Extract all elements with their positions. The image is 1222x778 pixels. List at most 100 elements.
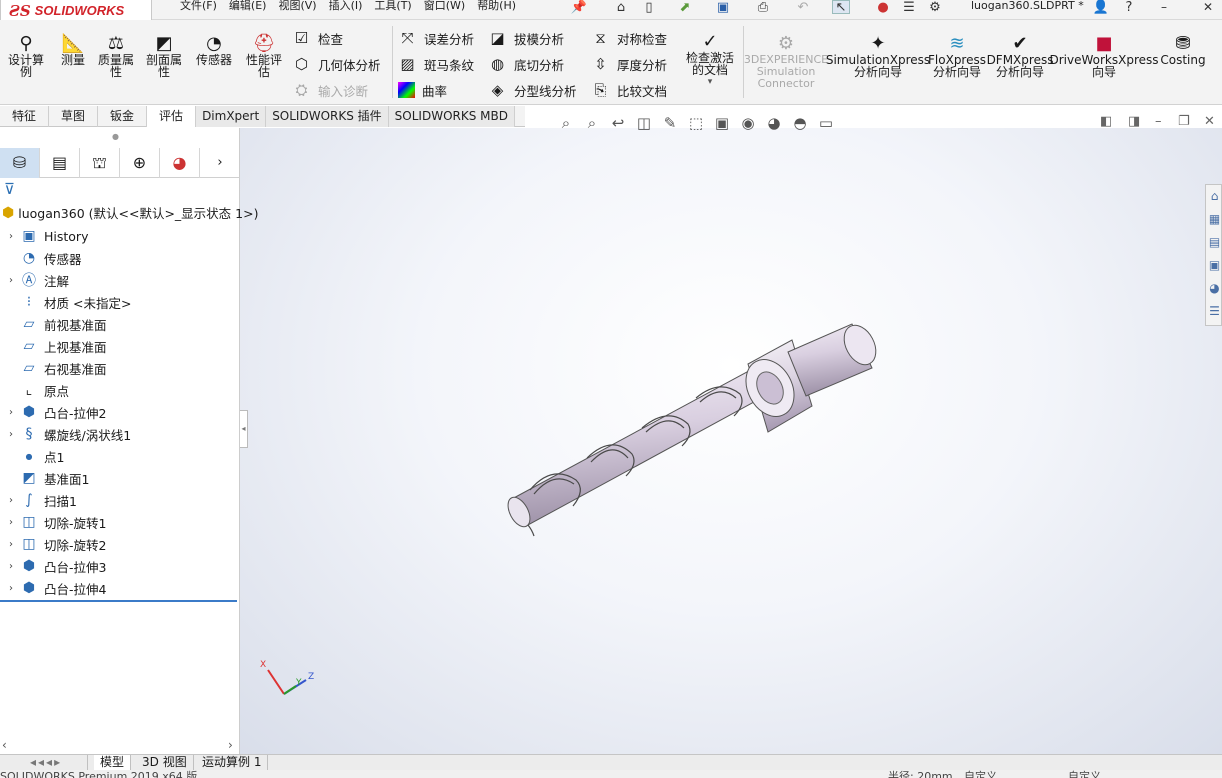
design-library-icon[interactable]: ▦ (1206, 208, 1222, 231)
expand-arrow-icon[interactable]: › (4, 583, 18, 594)
new-document-icon[interactable]: ▯ (640, 0, 658, 15)
panel-grip-icon[interactable]: ● (112, 132, 119, 141)
edit-appearance-icon[interactable]: ◕ (764, 114, 784, 132)
solidworks-resources-icon[interactable]: ⌂ (1206, 185, 1222, 208)
status-custom[interactable]: 自定义 (1068, 770, 1101, 778)
symmetry-check-button[interactable]: ⧖ 对称检查 (591, 28, 667, 48)
scroll-right-icon[interactable]: › (228, 738, 233, 752)
user-icon[interactable]: 👤 (1092, 0, 1110, 15)
tree-item-material[interactable]: ⁝ 材质 <未指定> (4, 291, 240, 313)
file-explorer-icon[interactable]: ▤ (1206, 231, 1222, 254)
menu-edit[interactable]: 编辑(E) (227, 0, 277, 16)
open-icon[interactable]: ⬈ (676, 0, 694, 15)
print-icon[interactable]: ⎙ (754, 0, 772, 15)
check-button[interactable]: ☑ 检查 (292, 28, 381, 48)
view-orientation-icon[interactable]: ⬚ (686, 114, 706, 132)
appearances-icon[interactable]: ◕ (1206, 277, 1222, 300)
close-icon[interactable]: ✕ (1196, 0, 1220, 14)
dynamic-annotation-icon[interactable]: ✎ (660, 114, 680, 132)
menu-insert[interactable]: 插入(I) (327, 0, 373, 16)
expand-arrow-icon[interactable]: › (4, 407, 18, 418)
tree-item-history[interactable]: › ▣ History (4, 225, 240, 247)
menu-tools[interactable]: 工具(T) (372, 0, 421, 16)
more-tabs-chevron-icon[interactable]: › (200, 148, 240, 178)
scroll-left-icon[interactable]: ‹ (2, 738, 7, 752)
minimize-icon[interactable]: – (1152, 0, 1176, 14)
view-settings-icon[interactable]: ▭ (816, 114, 836, 132)
expand-arrow-icon[interactable]: › (4, 539, 18, 550)
parting-line-analysis-button[interactable]: ◈ 分型线分析 (488, 80, 577, 100)
propertymanager-icon[interactable]: ▤ (40, 148, 80, 178)
tree-item-plane1[interactable]: ◩ 基准面1 (4, 467, 240, 489)
rollback-bar[interactable] (0, 600, 237, 602)
save-icon[interactable]: ▣ (714, 0, 732, 15)
view-palette-icon[interactable]: ▣ (1206, 254, 1222, 277)
zebra-stripes-button[interactable]: ▨ 斑马条纹 (398, 54, 474, 74)
tab-motion-study[interactable]: 运动算例 1 (196, 755, 269, 771)
tab-scroll-arrows-icon[interactable]: ◂◂◂▸ (24, 755, 88, 771)
tree-item-cut-revolve1[interactable]: › ◫ 切除-旋转1 (4, 511, 240, 533)
tree-item-point1[interactable]: ● 点1 (4, 445, 240, 467)
tab-model[interactable]: 模型 (94, 755, 132, 771)
zoom-to-area-icon[interactable]: ⌕ (582, 114, 602, 132)
undercut-analysis-button[interactable]: ◍ 底切分析 (488, 54, 577, 74)
filter-icon[interactable]: ⊽ (4, 180, 15, 198)
draft-analysis-button[interactable]: ◪ 拔模分析 (488, 28, 577, 48)
tree-item-boss-extrude4[interactable]: › ⬢ 凸台-拉伸4 (4, 577, 240, 599)
menu-file[interactable]: 文件(F) (178, 0, 227, 16)
display-manager-icon[interactable]: ◕ (160, 148, 200, 178)
tab-evaluate[interactable]: 评估 (147, 106, 197, 127)
solidworks-logo[interactable]: ƧS SOLIDWORKS (0, 0, 152, 22)
tab-dimxpert[interactable]: DimXpert (196, 106, 267, 127)
hide-show-items-icon[interactable]: ◉ (738, 114, 758, 132)
apply-scene-icon[interactable]: ◓ (790, 114, 810, 132)
sensor-button[interactable]: ◔ 传感器 (192, 20, 236, 66)
costing-button[interactable]: ⛃ Costing (1160, 20, 1206, 66)
floxpress-button[interactable]: ≋ FloXpress 分析向导 (928, 20, 986, 78)
expand-arrow-icon[interactable]: › (4, 231, 18, 242)
driveworksxpress-button[interactable]: ■ DriveWorksXpress 向导 (1049, 20, 1158, 78)
performance-evaluation-button[interactable]: ⛑ 性能评估 (244, 20, 284, 78)
tree-item-boss-extrude2[interactable]: › ⬢ 凸台-拉伸2 (4, 401, 240, 423)
section-properties-button[interactable]: ◩ 剖面属性 (142, 20, 186, 78)
mass-properties-button[interactable]: ⚖ 质量属性 (94, 20, 138, 78)
help-icon[interactable]: ? (1120, 0, 1138, 15)
expand-arrow-icon[interactable]: › (4, 275, 18, 286)
undo-icon[interactable]: ↶ (794, 0, 812, 15)
design-study-button[interactable]: ⚲ 设计算例 (4, 20, 48, 78)
settings-gear-icon[interactable]: ⚙ (926, 0, 944, 15)
tree-item-origin[interactable]: ⌞ 原点 (4, 379, 240, 401)
expand-arrow-icon[interactable]: › (4, 517, 18, 528)
tree-item-cut-revolve2[interactable]: › ◫ 切除-旋转2 (4, 533, 240, 555)
menu-help[interactable]: 帮助(H) (475, 0, 526, 16)
expand-arrow-icon[interactable]: › (4, 429, 18, 440)
deviation-analysis-button[interactable]: ⤧ 误差分析 (398, 28, 474, 48)
horizontal-scrollbar[interactable]: ‹ › (0, 738, 240, 754)
tree-item-sensors[interactable]: ◔ 传感器 (4, 247, 240, 269)
geometry-analysis-button[interactable]: ⬡ 几何体分析 (292, 54, 381, 74)
tab-sketch[interactable]: 草图 (49, 106, 99, 127)
dfmxpress-button[interactable]: ✔ DFMXpress 分析向导 (987, 20, 1054, 78)
curvature-button[interactable]: 曲率 (398, 80, 474, 100)
configurationmanager-icon[interactable]: ⛫ (80, 148, 120, 178)
viewport-close-icon[interactable]: ✕ (1204, 114, 1215, 129)
viewport-restore-icon[interactable]: ❐ (1178, 114, 1190, 129)
tab-sheet-metal[interactable]: 钣金 (98, 106, 148, 127)
viewport-minimize-icon[interactable]: – (1155, 114, 1162, 129)
panel-collapse-handle[interactable]: ◂ (240, 410, 248, 448)
expand-arrow-icon[interactable]: › (4, 495, 18, 506)
menu-view[interactable]: 视图(V) (276, 0, 326, 16)
tab-features[interactable]: 特征 (0, 106, 50, 127)
3dexperience-connector-button[interactable]: ⚙ 3DEXPERIENCE Simulation Connector (744, 20, 828, 90)
options-list-icon[interactable]: ☰ (900, 0, 918, 15)
tree-item-annotations[interactable]: › Ⓐ 注解 (4, 269, 240, 291)
graphics-area[interactable]: X Y Z (240, 128, 1222, 754)
traffic-light-icon[interactable]: ● (874, 0, 892, 15)
compare-documents-button[interactable]: ⎘ 比较文档 (591, 80, 667, 100)
tree-root[interactable]: ⬢ luogan360 (默认<<默认>_显示状态 1>) (2, 203, 258, 222)
menu-window[interactable]: 窗口(W) (422, 0, 475, 16)
shaft-end[interactable] (787, 320, 882, 397)
dimxpert-manager-icon[interactable]: ⊕ (120, 148, 160, 178)
status-units[interactable]: 自定义 (964, 770, 997, 778)
section-view-icon[interactable]: ◫ (634, 114, 654, 132)
